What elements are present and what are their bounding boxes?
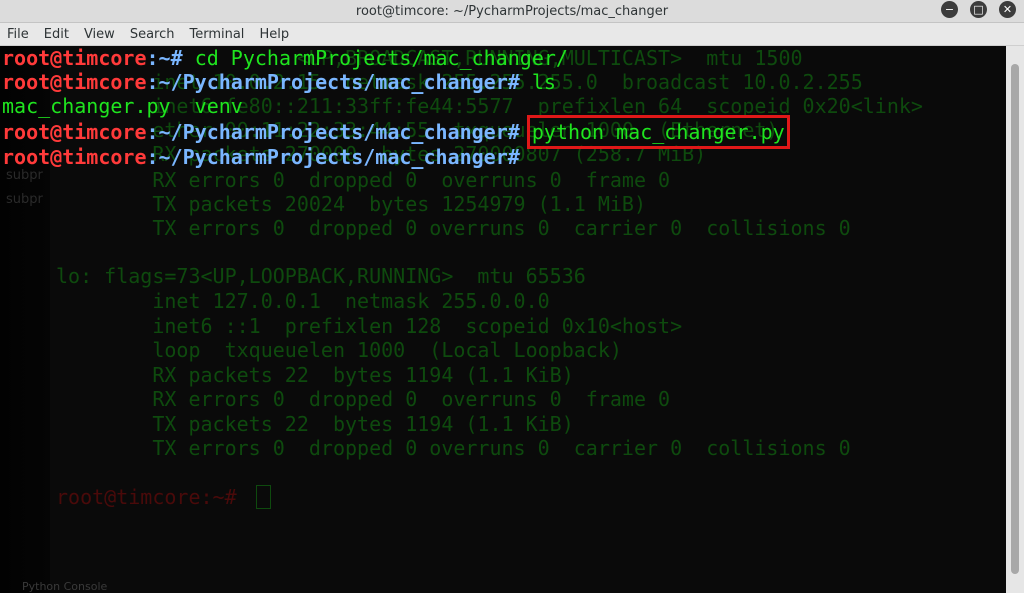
prompt-user: root@timcore bbox=[2, 120, 147, 144]
prompt-symbol: # bbox=[507, 145, 532, 169]
command-text: ls bbox=[531, 70, 556, 94]
ghost-line: inet 127.0.0.1 netmask 255.0.0.0 bbox=[56, 289, 550, 313]
prompt-user: root@timcore bbox=[2, 145, 147, 169]
prompt-path: :~/PycharmProjects/mac_changer bbox=[146, 145, 508, 169]
window-title: root@timcore: ~/PycharmProjects/mac_chan… bbox=[355, 3, 669, 19]
ghost-cursor bbox=[256, 485, 271, 509]
close-button[interactable]: ✕ bbox=[999, 1, 1016, 18]
ghost-line: RX errors 0 dropped 0 overruns 0 frame 0 bbox=[56, 168, 671, 192]
menu-terminal[interactable]: Terminal bbox=[182, 27, 252, 42]
ghost-line: inet6 ::1 prefixlen 128 scopeid 0x10<hos… bbox=[56, 314, 683, 338]
prompt-symbol: # bbox=[507, 120, 532, 144]
ghost-line: TX packets 20024 bytes 1254979 (1.1 MiB) bbox=[56, 192, 647, 216]
title-bar: root@timcore: ~/PycharmProjects/mac_chan… bbox=[0, 0, 1024, 23]
command-output: mac_changer.py venv bbox=[2, 94, 243, 118]
python-console-label: Python Console bbox=[22, 580, 108, 593]
ghost-line: lo: flags=73<UP,LOOPBACK,RUNNING> mtu 65… bbox=[56, 264, 586, 288]
command-text: cd PycharmProjects/mac_changer/ bbox=[194, 46, 568, 70]
highlighted-command: python mac_changer.py bbox=[526, 115, 790, 149]
prompt-user: root@timcore bbox=[2, 70, 147, 94]
prompt-path: :~/PycharmProjects/mac_changer bbox=[146, 120, 508, 144]
menu-file[interactable]: File bbox=[0, 27, 37, 42]
terminal-scrollbar[interactable] bbox=[1006, 46, 1024, 593]
minimize-button[interactable]: − bbox=[941, 1, 958, 18]
ghost-line: TX packets 22 bytes 1194 (1.1 KiB) bbox=[56, 412, 574, 436]
window-controls: − □ ✕ bbox=[941, 1, 1016, 18]
scrollbar-thumb[interactable] bbox=[1011, 64, 1019, 574]
ghost-line: loop txqueuelen 1000 (Local Loopback) bbox=[56, 338, 622, 362]
prompt-user: root@timcore bbox=[2, 46, 147, 70]
menu-bar: File Edit View Search Terminal Help bbox=[0, 23, 1024, 46]
ghost-line: TX errors 0 dropped 0 overruns 0 carrier… bbox=[56, 436, 851, 460]
terminal-line: root@timcore:~/PycharmProjects/mac_chang… bbox=[2, 145, 532, 169]
menu-view[interactable]: View bbox=[77, 27, 123, 42]
ghost-prompt: root@timcore:~# bbox=[56, 485, 237, 509]
maximize-button[interactable]: □ bbox=[970, 1, 987, 18]
menu-edit[interactable]: Edit bbox=[37, 27, 77, 42]
terminal-line: root@timcore:~# cd PycharmProjects/mac_c… bbox=[2, 46, 568, 70]
ghost-line: TX errors 0 dropped 0 overruns 0 carrier… bbox=[56, 216, 851, 240]
terminal-area[interactable]: subpr subpr <UP,BROADCAST,RUNNING,MULTIC… bbox=[0, 46, 1006, 593]
terminal-line: root@timcore:~/PycharmProjects/mac_chang… bbox=[2, 115, 790, 149]
ghost-side-text: subpr bbox=[6, 168, 43, 183]
terminal-line: root@timcore:~/PycharmProjects/mac_chang… bbox=[2, 70, 556, 94]
menu-search[interactable]: Search bbox=[123, 27, 183, 42]
prompt-symbol: # bbox=[170, 46, 195, 70]
menu-help[interactable]: Help bbox=[252, 27, 297, 42]
prompt-symbol: # bbox=[507, 70, 532, 94]
ghost-side-text: subpr bbox=[6, 192, 43, 207]
prompt-path: :~ bbox=[146, 46, 171, 70]
ghost-line: RX errors 0 dropped 0 overruns 0 frame 0 bbox=[56, 387, 671, 411]
prompt-path: :~/PycharmProjects/mac_changer bbox=[146, 70, 508, 94]
ghost-line: RX packets 22 bytes 1194 (1.1 KiB) bbox=[56, 363, 574, 387]
